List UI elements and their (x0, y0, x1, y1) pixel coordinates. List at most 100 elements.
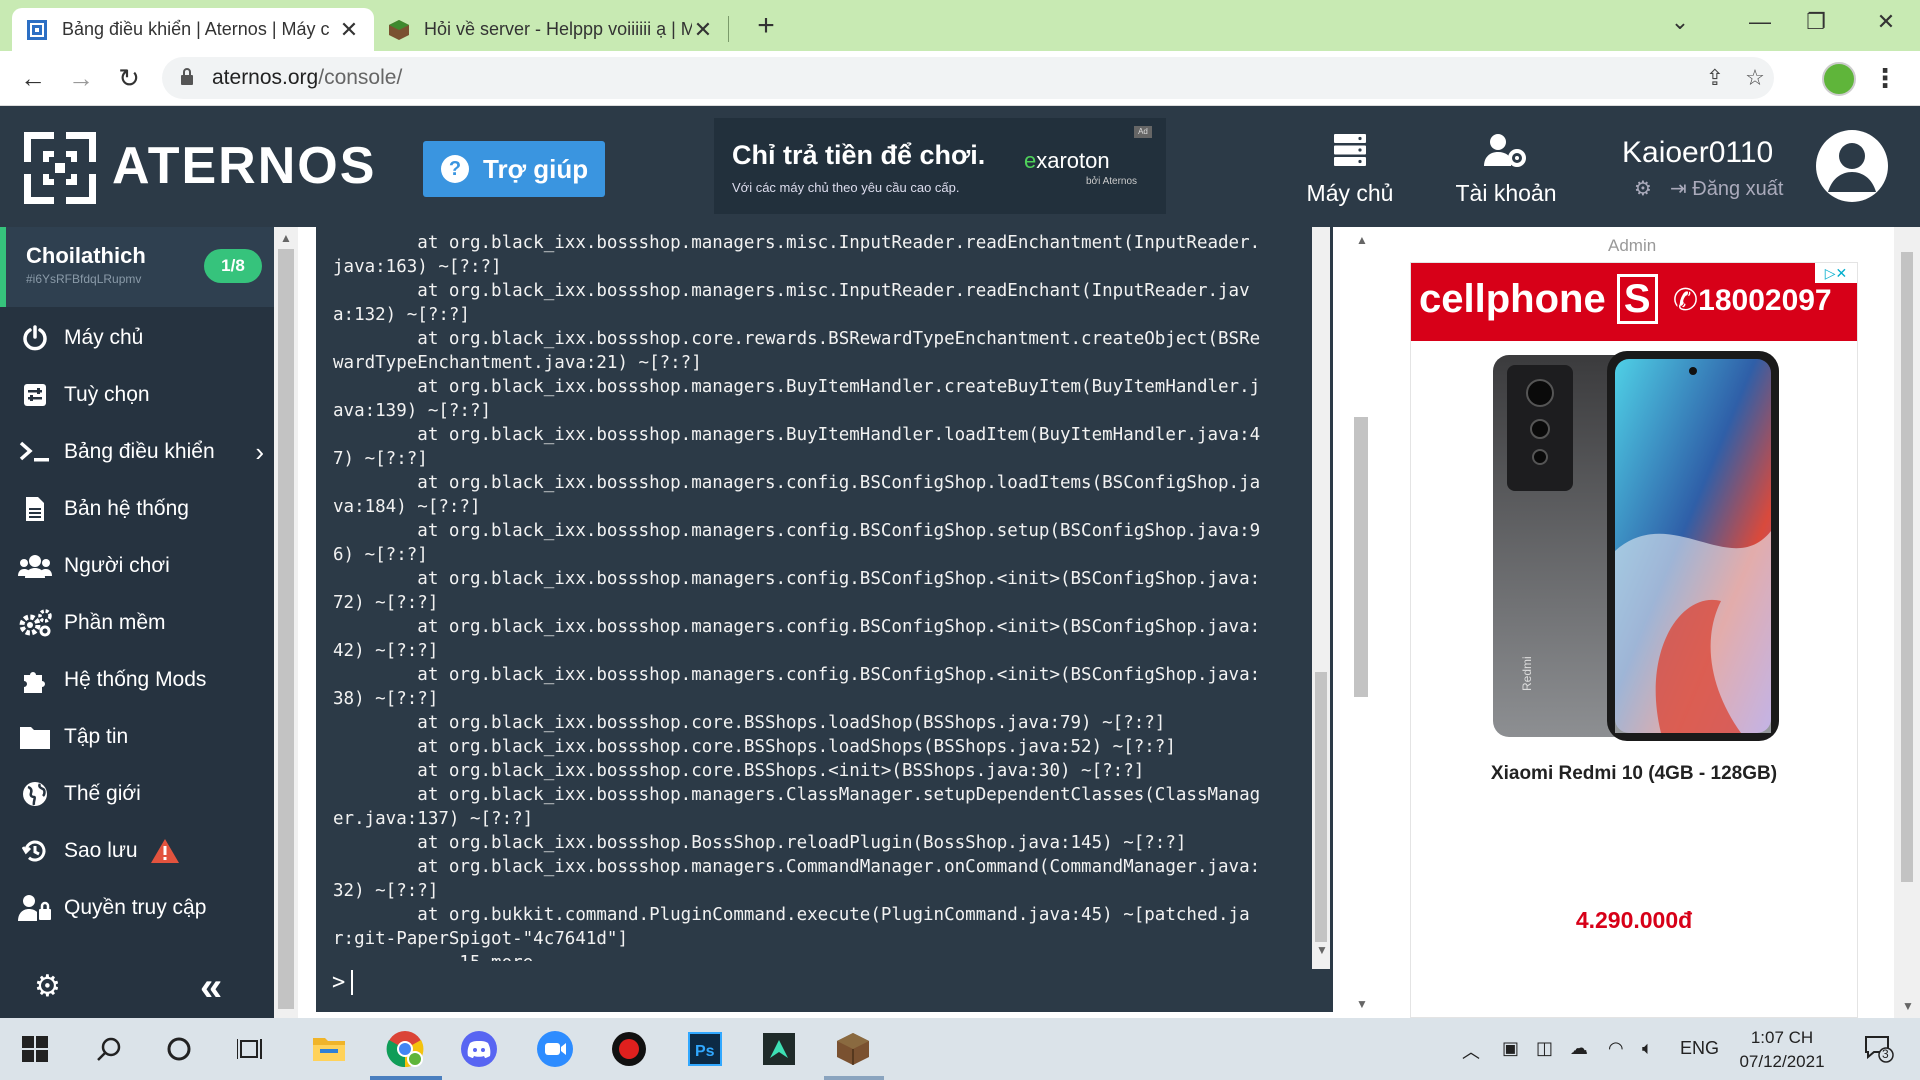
tab-aternos-console[interactable]: Bảng điều khiển | Aternos | Máy c ✕ (12, 8, 374, 51)
discord-icon[interactable] (460, 1030, 498, 1068)
page-scrollbar-thumb[interactable] (1901, 252, 1913, 882)
console-scrollbar[interactable]: ▼ (1312, 227, 1330, 969)
users-icon (18, 554, 52, 578)
aternos-logo-icon[interactable] (24, 132, 96, 204)
share-icon[interactable]: ⇪ (1702, 65, 1728, 91)
users-cog-icon (1484, 134, 1526, 167)
adchoices-close-icon[interactable]: ▷✕ (1815, 263, 1857, 283)
profile-avatar[interactable] (1822, 62, 1856, 96)
tab-title: Hỏi về server - Helppp voiiiiii ạ | M (424, 19, 692, 39)
console-line: 38) ~[?:?] (333, 689, 439, 709)
sidebar-item-software[interactable]: Phần mềm (0, 594, 274, 651)
tab-title: Bảng điều khiển | Aternos | Máy c (62, 19, 330, 39)
theme-settings-gear-icon[interactable]: ⚙ (34, 967, 61, 1007)
minecraft-launcher-icon[interactable] (834, 1030, 872, 1068)
volume-icon[interactable]: 🔈︎ (1642, 1038, 1653, 1059)
scroll-down-icon[interactable]: ▼ (1902, 999, 1914, 1013)
screen-recorder-icon[interactable] (610, 1030, 648, 1068)
chrome-icon[interactable] (386, 1030, 424, 1068)
console-line: at org.black_ixx.bossshop.managers.misc.… (333, 233, 1261, 253)
onedrive-cloud-icon[interactable]: ☁ (1570, 1038, 1588, 1059)
exaroton-ad-banner[interactable]: Chỉ trả tiền để chơi. Với các máy chủ th… (714, 118, 1166, 214)
ad-scrollbar-thumb[interactable] (1354, 417, 1368, 697)
browser-menu-icon[interactable]: ⋮ (1872, 63, 1898, 93)
help-button[interactable]: ? Trợ giúp (423, 141, 605, 197)
show-hidden-icons-chevron-icon[interactable]: ︿ (1462, 1038, 1480, 1064)
cortana-icon[interactable] (160, 1030, 198, 1068)
back-arrow-icon[interactable]: ← (14, 59, 52, 97)
minecraft-block-favicon-icon (389, 19, 409, 40)
search-icon[interactable] (90, 1030, 128, 1068)
store-logo: cellphone S (1419, 274, 1658, 324)
sidebar-item-label: Phần mềm (64, 610, 166, 634)
product-title: Xiaomi Redmi 10 (4GB - 128GB) (1490, 763, 1778, 784)
console-line: at org.black_ixx.bossshop.core.rewards.B… (333, 329, 1261, 349)
photoshop-icon[interactable]: Ps (686, 1030, 724, 1068)
console-line: at org.black_ixx.bossshop.managers.Class… (333, 785, 1261, 805)
collapse-sidebar-icon[interactable]: « (200, 967, 222, 1007)
restore-window-icon[interactable]: ❐ (1776, 0, 1856, 44)
scroll-down-icon[interactable]: ▼ (1356, 997, 1368, 1011)
running-app-indicator (824, 1076, 884, 1080)
forward-arrow-icon[interactable]: → (62, 59, 100, 97)
sidebar-item-access[interactable]: Quyền truy cập (0, 879, 274, 936)
zoom-icon[interactable] (536, 1030, 574, 1068)
tab-search-chevron-icon[interactable]: ⌄ (1640, 0, 1720, 44)
language-indicator[interactable]: ENG (1680, 1038, 1719, 1059)
file-explorer-icon[interactable] (310, 1030, 348, 1068)
server-name: Choilathich (26, 243, 146, 268)
page-scrollbar[interactable]: ▼ (1894, 227, 1920, 1018)
sidebar-item-options[interactable]: Tuỳ chọn (0, 366, 274, 423)
content-scrollbar[interactable]: ▲ (274, 227, 298, 1018)
bookmark-star-icon[interactable]: ☆ (1742, 65, 1768, 91)
sidebar-item-console[interactable]: Bảng điều khiển › (0, 423, 274, 480)
username: Kaioer0110 (1622, 136, 1774, 169)
server-icon (1334, 134, 1366, 166)
action-center-icon[interactable]: 3 (1864, 1034, 1894, 1064)
sidebar-item-mods[interactable]: Hệ thống Mods (0, 651, 274, 708)
tray-app-icon[interactable]: ▣ (1502, 1038, 1519, 1059)
console-line: at org.black_ixx.bossshop.core.BSShops.l… (333, 713, 1166, 733)
close-window-icon[interactable]: ✕ (1846, 0, 1920, 44)
user-settings-gear-icon[interactable]: ⚙ (1634, 176, 1652, 201)
product-price: 4.290.000đ (1575, 907, 1693, 933)
sidebar-item-players[interactable]: Người chơi (0, 537, 274, 594)
sidebar-item-files[interactable]: Tập tin (0, 708, 274, 765)
cellphones-ad[interactable]: cellphone S ✆18002097 ▷✕ Redmi Xiaomi Re… (1410, 262, 1858, 1018)
sidebar-item-log[interactable]: Bản hệ thống (0, 480, 274, 537)
address-bar[interactable]: aternos.org/console/ ⇪ ☆ (162, 57, 1774, 99)
sidebar-item-backups[interactable]: Sao lưu (0, 822, 274, 879)
sidebar-item-worlds[interactable]: Thế giới (0, 765, 274, 822)
tray-device-icon[interactable]: ◫ (1536, 1038, 1553, 1059)
console-window[interactable]: at org.black_ixx.bossshop.managers.misc.… (316, 227, 1333, 1012)
folder-icon (20, 726, 50, 749)
console-line: at org.black_ixx.bossshop.core.BSShops.<… (333, 761, 1145, 781)
aternos-logo-text[interactable]: ATERNOS (112, 136, 376, 196)
nav-servers[interactable]: Máy chủ (1290, 130, 1410, 207)
console-line: at org.black_ixx.bossshop.managers.misc.… (333, 281, 1250, 301)
user-avatar[interactable] (1816, 130, 1888, 202)
sidebar-item-server[interactable]: Máy chủ (0, 309, 274, 366)
close-tab-icon[interactable]: ✕ (338, 17, 360, 43)
windows-start-icon[interactable] (16, 1030, 54, 1068)
new-tab-icon[interactable]: + (748, 8, 784, 44)
nav-account[interactable]: Tài khoản (1446, 130, 1566, 207)
console-line: 6) ~[?:?] (333, 545, 428, 565)
task-view-icon[interactable] (232, 1030, 270, 1068)
system-clock[interactable]: 1:07 CH 07/12/2021 (1722, 1026, 1842, 1074)
tab-forum-question[interactable]: Hỏi về server - Helppp voiiiiii ạ | M ✕ (374, 8, 728, 51)
console-line: at org.black_ixx.bossshop.managers.confi… (333, 473, 1261, 493)
scroll-down-icon[interactable]: ▼ (1316, 943, 1328, 957)
scroll-up-icon[interactable]: ▲ (1356, 233, 1368, 247)
console-input[interactable]: > (332, 970, 354, 995)
wifi-icon[interactable]: ◠ (1608, 1038, 1624, 1059)
ad-scrollbar[interactable]: ▲ ▼ (1348, 227, 1372, 1018)
scrollbar-thumb[interactable] (278, 249, 294, 1009)
scroll-up-icon[interactable]: ▲ (280, 231, 292, 245)
close-tab-icon[interactable]: ✕ (692, 17, 714, 43)
reload-icon[interactable]: ↻ (110, 59, 148, 97)
logout-link[interactable]: ⇥ Đăng xuất (1670, 176, 1784, 201)
filmora-icon[interactable] (760, 1030, 798, 1068)
console-scrollbar-thumb[interactable] (1315, 672, 1327, 942)
server-selector[interactable]: Choilathich #i6YsRFBfdqLRupmv 1/8 (0, 227, 274, 307)
